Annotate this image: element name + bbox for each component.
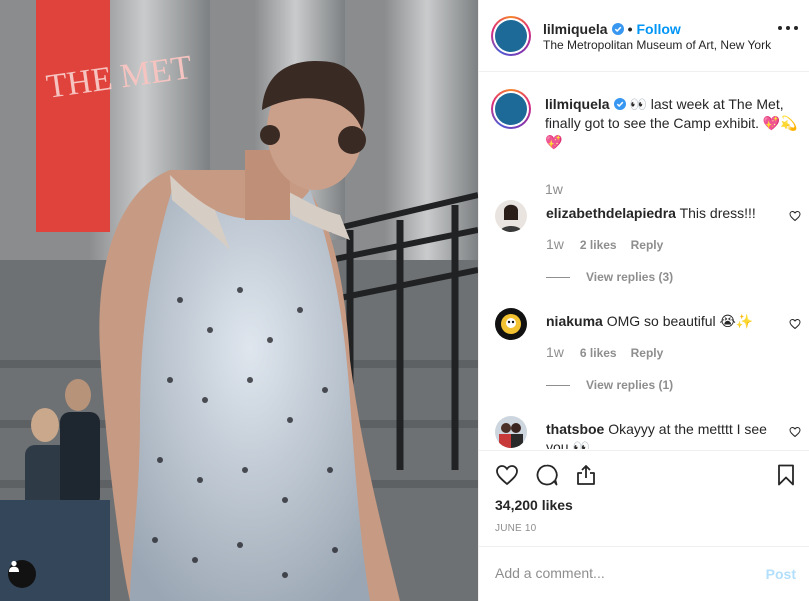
separator-dot: • xyxy=(627,21,633,37)
comment-input[interactable] xyxy=(495,565,735,581)
comment-like-heart-icon[interactable] xyxy=(789,426,801,438)
follow-button[interactable]: Follow xyxy=(636,21,680,37)
comment-username[interactable]: niakuma xyxy=(546,313,603,329)
comment-likes[interactable]: 2 likes xyxy=(580,238,617,252)
comment-avatar[interactable] xyxy=(495,200,527,232)
view-replies-label: View replies (3) xyxy=(586,270,674,284)
comment-time[interactable]: 1w xyxy=(546,344,564,360)
add-comment-bar: Post xyxy=(479,546,809,601)
header-username-row: lilmiquela • Follow xyxy=(543,21,681,37)
verified-badge-icon xyxy=(611,23,624,35)
likes-count[interactable]: 34,200 likes xyxy=(495,497,573,513)
bookmark-icon[interactable] xyxy=(774,463,798,487)
post-actions: 34,200 likes JUNE 10 xyxy=(479,450,809,546)
comment-avatar[interactable] xyxy=(495,416,527,448)
post-sidebar: lilmiquela • Follow The Metropolitan Museu… xyxy=(478,0,809,601)
location-link[interactable]: The Metropolitan Museum of Art, New York xyxy=(543,38,771,52)
comment-like-heart-icon[interactable] xyxy=(789,318,801,330)
heart-icon[interactable] xyxy=(495,463,519,487)
caption-text: lilmiquela 👀 last week at The Met, final… xyxy=(545,95,801,152)
post-header: lilmiquela • Follow The Metropolitan Museu… xyxy=(479,0,809,72)
more-options-icon[interactable] xyxy=(778,26,798,32)
view-replies-button[interactable]: View replies (1) xyxy=(546,378,673,392)
comment-text: This dress!!! xyxy=(679,205,756,221)
comments-list[interactable]: lilmiquela 👀 last week at The Met, final… xyxy=(479,73,809,449)
caption-time: 1w xyxy=(545,181,563,197)
reply-button[interactable]: Reply xyxy=(631,346,664,360)
user-tag-button[interactable] xyxy=(8,560,36,588)
username-link[interactable]: lilmiquela xyxy=(543,21,608,37)
comment-likes[interactable]: 6 likes xyxy=(580,346,617,360)
comment-username[interactable]: elizabethdelapiedra xyxy=(546,205,676,221)
comment-like-heart-icon[interactable] xyxy=(789,210,801,222)
reply-button[interactable]: Reply xyxy=(631,238,664,252)
post-date: JUNE 10 xyxy=(495,523,537,534)
comment-username[interactable]: thatsboe xyxy=(546,421,604,437)
view-replies-label: View replies (1) xyxy=(586,378,674,392)
comment-icon[interactable] xyxy=(535,463,559,487)
caption-avatar[interactable] xyxy=(491,89,531,129)
user-tag-icon xyxy=(9,560,19,572)
post-image: THE MET xyxy=(0,0,478,601)
comment-avatar[interactable] xyxy=(495,308,527,340)
post-comment-button[interactable]: Post xyxy=(766,566,796,582)
caption-username[interactable]: lilmiquela xyxy=(545,96,610,112)
view-replies-button[interactable]: View replies (3) xyxy=(546,270,673,284)
comment-time[interactable]: 1w xyxy=(546,236,564,252)
comment-text: OMG so beautiful 😭✨ xyxy=(606,313,754,329)
verified-badge-icon xyxy=(613,98,626,110)
avatar[interactable] xyxy=(491,16,531,56)
post-photo[interactable]: THE MET xyxy=(0,0,478,601)
share-icon[interactable] xyxy=(574,463,598,487)
